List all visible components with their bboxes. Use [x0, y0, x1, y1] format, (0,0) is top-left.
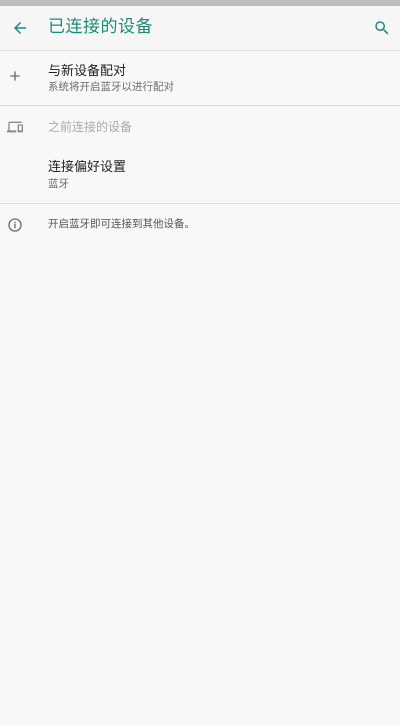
search-icon [375, 21, 389, 35]
previous-devices-section: 之前连接的设备 [0, 106, 400, 146]
back-button[interactable] [2, 10, 38, 46]
connection-preferences-item[interactable]: 连接偏好设置 蓝牙 [0, 148, 400, 203]
arrow-back-icon [14, 22, 26, 34]
search-button[interactable] [364, 10, 400, 46]
divider [0, 203, 400, 204]
info-icon [0, 213, 30, 237]
footer-info: 开启蓝牙即可连接到其他设备。 [0, 206, 400, 242]
devices-icon [0, 115, 30, 139]
previous-devices-header: 之前连接的设备 [48, 120, 133, 134]
pair-new-device-subtitle: 系统将开启蓝牙以进行配对 [48, 81, 174, 93]
pair-new-device-item[interactable]: 与新设备配对 系统将开启蓝牙以进行配对 [0, 51, 400, 105]
plus-icon [0, 64, 30, 88]
app-bar: 已连接的设备 [0, 6, 400, 51]
connection-preferences-title: 连接偏好设置 [48, 160, 127, 175]
pair-new-device-title: 与新设备配对 [48, 64, 127, 79]
footer-info-text: 开启蓝牙即可连接到其他设备。 [48, 218, 195, 230]
page-title: 已连接的设备 [48, 17, 153, 37]
connection-preferences-subtitle: 蓝牙 [48, 178, 69, 190]
